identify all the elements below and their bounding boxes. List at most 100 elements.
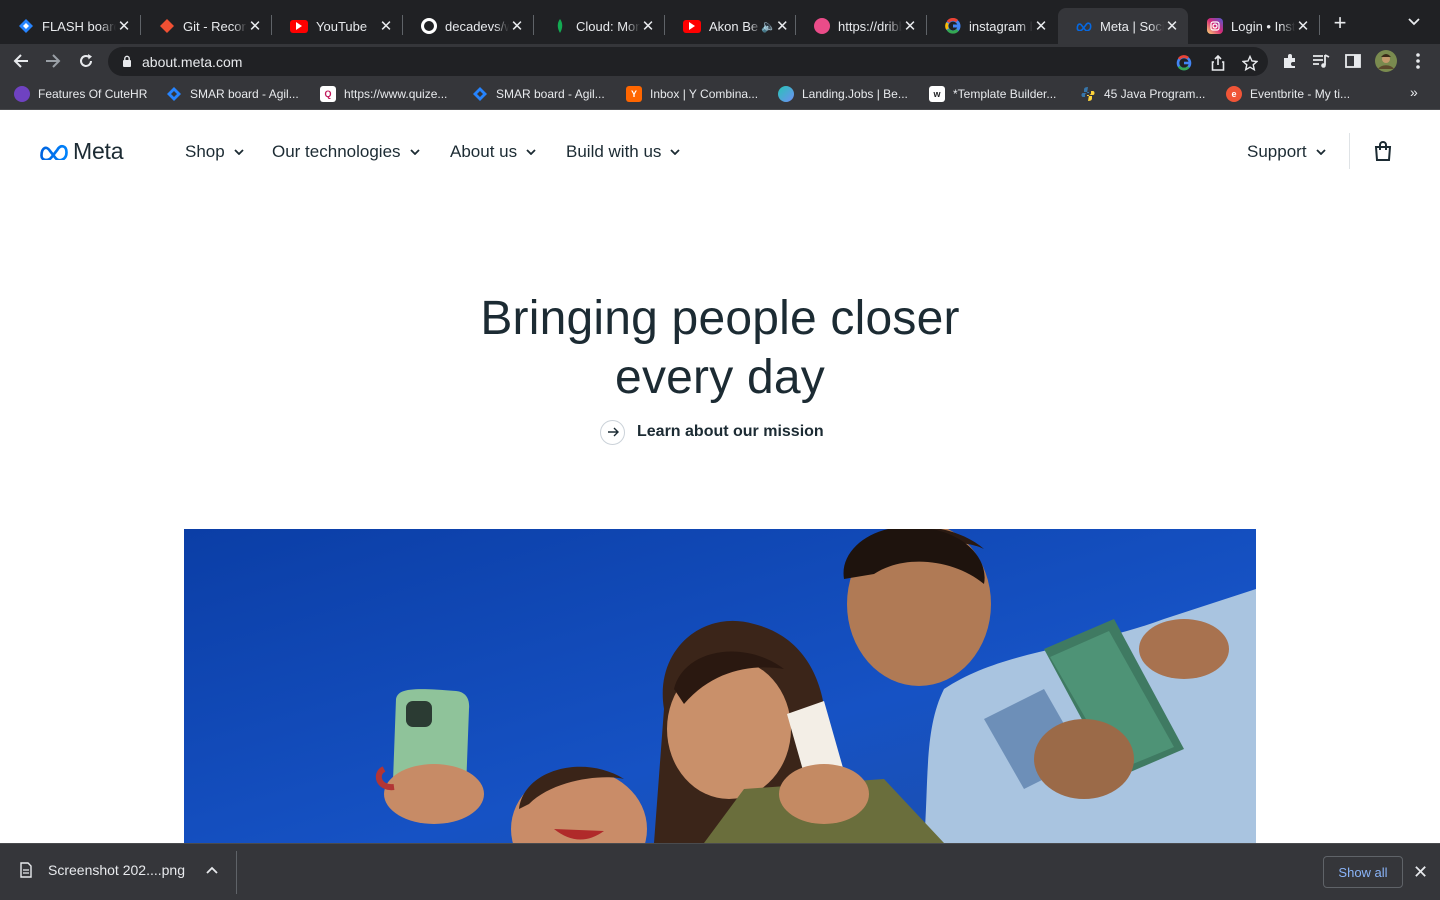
jira-icon [18,18,34,34]
bookmark-ycombinator[interactable]: Y Inbox | Y Combina... [626,85,758,103]
address-bar[interactable]: about.meta.com [108,47,1268,76]
download-bar: Screenshot 202....png Show all ✕ [0,843,1440,900]
extensions-button[interactable] [1277,48,1303,74]
back-button[interactable] [8,48,34,74]
tab-github[interactable]: decadevs/w ✕ [403,8,533,44]
kebab-menu-icon [1416,53,1420,69]
chevron-up-icon[interactable] [206,866,218,874]
profile-avatar[interactable] [1373,48,1399,74]
tab-close-icon[interactable]: ✕ [509,17,525,35]
tab-close-icon[interactable]: ✕ [116,17,132,35]
meta-infinity-icon [40,144,68,160]
hero-photo [184,529,1256,843]
learn-mission-link[interactable]: Learn about our mission [600,419,824,445]
meta-page: Meta Shop Our technologies About us Buil… [0,111,1440,843]
eventbrite-icon: e [1226,86,1242,102]
tab-divider [1319,15,1320,35]
reload-icon [80,54,92,67]
tab-google-instagram[interactable]: instagram la ✕ [927,8,1057,44]
download-divider [236,851,237,894]
playlist-music-icon [1313,54,1330,68]
bookmark-cutehr[interactable]: Features Of CuteHR [14,85,147,103]
jira-icon [472,86,488,102]
bookmark-smar-board-2[interactable]: SMAR board - Agil... [472,85,605,103]
meta-logo[interactable]: Meta [39,138,124,165]
chevron-down-icon [409,149,420,155]
chevron-down-icon [1315,149,1326,155]
side-panel-button[interactable] [1340,48,1366,74]
nav-shop[interactable]: Shop [185,141,244,163]
arrow-right-circle-icon [600,419,625,445]
tab-dribbble[interactable]: https://dribbble ✕ [796,8,926,44]
jira-icon [166,86,182,102]
bookmark-star-icon[interactable] [1240,53,1260,73]
tab-strip: FLASH board ✕ Git - Recording ✕ YouTube … [0,0,1440,44]
github-icon [421,18,437,34]
google-icon [945,18,961,34]
tab-close-icon[interactable]: ✕ [640,17,656,35]
audio-playing-icon[interactable]: 🔈 [761,19,776,33]
mongodb-icon [552,18,568,34]
instagram-icon [1207,18,1223,34]
bookmark-smar-board-1[interactable]: SMAR board - Agil... [166,85,299,103]
tab-instagram-login[interactable]: Login • Insta ✕ [1189,8,1319,44]
tab-close-icon[interactable]: ✕ [1033,17,1049,35]
tab-close-icon[interactable]: ✕ [1164,17,1180,35]
youtube-icon [290,19,308,33]
arrow-right-icon [46,54,61,68]
tab-close-icon[interactable]: ✕ [378,17,394,35]
close-download-bar-icon[interactable]: ✕ [1413,862,1428,883]
nav-our-technologies[interactable]: Our technologies [272,141,420,163]
share-icon[interactable] [1208,53,1228,73]
tab-mongodb[interactable]: Cloud: Mongo ✕ [534,8,664,44]
arrow-left-icon [13,54,28,68]
shopping-bag-icon[interactable] [1372,140,1394,162]
meta-wordmark: Meta [73,138,124,164]
chevron-down-icon [670,149,681,155]
chevron-down-icon [526,149,536,155]
ycombinator-icon: Y [626,86,642,102]
meta-icon [1076,18,1092,34]
tab-git-recording[interactable]: Git - Recording ✕ [141,8,271,44]
bookmark-eventbrite[interactable]: e Eventbrite - My ti... [1226,85,1350,103]
tab-close-icon[interactable]: ✕ [247,17,263,35]
show-all-button[interactable]: Show all [1323,856,1403,888]
nav-support[interactable]: Support [1247,141,1326,163]
bookmark-landing-jobs[interactable]: Landing.Jobs | Be... [778,85,908,103]
forward-button[interactable] [40,48,66,74]
git-icon [159,18,175,34]
tab-meta-active[interactable]: Meta | Social ✕ [1058,8,1188,44]
dribbble-icon [814,18,830,34]
bookmarks-bar: Features Of CuteHR SMAR board - Agil... … [0,78,1440,110]
bookmarks-overflow-icon[interactable]: » [1410,84,1418,100]
download-item[interactable]: Screenshot 202....png [20,862,185,878]
python-icon [1080,86,1096,102]
tab-close-icon[interactable]: ✕ [776,17,789,35]
webflow-icon: w [929,86,945,102]
lock-icon[interactable] [122,55,132,67]
youtube-icon [683,19,701,33]
bookmark-quizizz[interactable]: Qhttps://www.quize... [320,85,447,103]
download-filename: Screenshot 202....png [48,862,185,878]
file-icon [20,862,32,878]
tab-youtube[interactable]: YouTube ✕ [272,8,402,44]
browser-toolbar: about.meta.com [0,44,1440,78]
tab-akon-youtube[interactable]: Akon Be 🔈 ✕ [665,8,795,44]
nav-build-with-us[interactable]: Build with us [566,141,681,163]
side-panel-icon [1345,54,1361,68]
tab-search-chevron-icon[interactable] [1408,14,1420,29]
reload-button[interactable] [73,48,99,74]
google-lens-icon[interactable] [1174,53,1194,73]
quizizz-icon: Q [320,86,336,102]
bookmark-java-programs[interactable]: 45 Java Program... [1080,85,1205,103]
tab-flash-board[interactable]: FLASH board ✕ [0,8,140,44]
url-text[interactable]: about.meta.com [142,54,242,70]
new-tab-button[interactable]: + [1330,12,1350,34]
tab-close-icon[interactable]: ✕ [902,17,918,35]
nav-divider [1349,133,1350,169]
media-control-button[interactable] [1308,48,1334,74]
browser-menu-button[interactable] [1405,48,1431,74]
tab-close-icon[interactable]: ✕ [1295,17,1311,35]
bookmark-template-builder[interactable]: w *Template Builder... [929,85,1056,103]
nav-about-us[interactable]: About us [450,141,536,163]
